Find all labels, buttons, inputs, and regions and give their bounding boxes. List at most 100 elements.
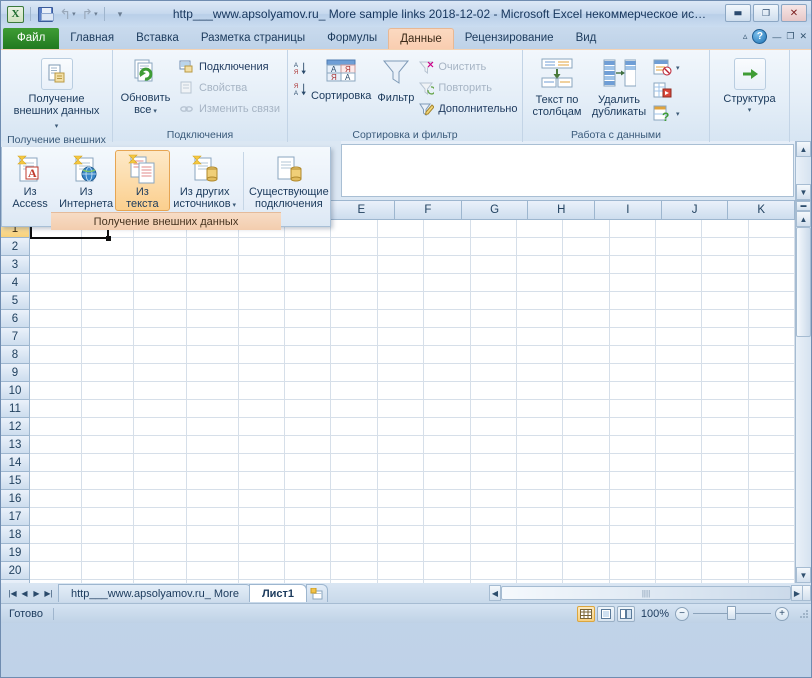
grid-cell[interactable] xyxy=(377,310,425,328)
grid-cell[interactable] xyxy=(655,274,703,292)
grid-cell[interactable] xyxy=(331,400,378,418)
grid-cell[interactable] xyxy=(134,580,187,583)
grid-cell[interactable] xyxy=(238,580,286,583)
grid-cell[interactable] xyxy=(470,310,517,328)
grid-cell[interactable] xyxy=(424,562,471,580)
grid-cell[interactable] xyxy=(82,364,135,382)
grid-cell[interactable] xyxy=(655,508,703,526)
grid-cell[interactable] xyxy=(609,220,656,238)
grid-cell[interactable] xyxy=(82,508,135,526)
grid-cell[interactable] xyxy=(470,436,517,454)
sheet-prev-icon[interactable]: ◀ xyxy=(19,589,30,598)
grid-cell[interactable] xyxy=(82,490,135,508)
grid-cell[interactable] xyxy=(186,472,239,490)
grid-cell[interactable] xyxy=(82,292,135,310)
grid-cell[interactable] xyxy=(30,508,83,526)
grid-cell[interactable] xyxy=(134,454,187,472)
grid-cell[interactable] xyxy=(609,454,656,472)
grid-cell[interactable] xyxy=(377,472,425,490)
grid-cell[interactable] xyxy=(516,346,564,364)
grid-cell[interactable] xyxy=(238,418,286,436)
grid-cell[interactable] xyxy=(563,562,610,580)
row-header-20[interactable]: 20 xyxy=(1,562,30,580)
grid-cell[interactable] xyxy=(424,382,471,400)
grid-cell[interactable] xyxy=(563,454,610,472)
grid-cell[interactable] xyxy=(82,454,135,472)
grid-cell[interactable] xyxy=(470,400,517,418)
grid-cell[interactable] xyxy=(82,256,135,274)
properties-button[interactable]: Свойства xyxy=(175,77,284,98)
grid-cell[interactable] xyxy=(377,490,425,508)
grid-cell[interactable] xyxy=(186,526,239,544)
grid-cell[interactable] xyxy=(331,436,378,454)
grid-cell[interactable] xyxy=(609,400,656,418)
grid-cell[interactable] xyxy=(470,472,517,490)
grid-cell[interactable] xyxy=(748,346,795,364)
grid-cell[interactable] xyxy=(702,526,749,544)
formula-expand-up-icon[interactable]: ▲ xyxy=(796,141,811,157)
grid-cell[interactable] xyxy=(377,292,425,310)
grid-cell[interactable] xyxy=(748,490,795,508)
grid-cell[interactable] xyxy=(516,454,564,472)
column-header-e[interactable]: E xyxy=(328,201,396,220)
consolidate-button[interactable] xyxy=(650,80,682,101)
grid-cell[interactable] xyxy=(563,220,610,238)
grid-cell[interactable] xyxy=(655,472,703,490)
row-header-5[interactable]: 5 xyxy=(1,292,30,310)
grid-cell[interactable] xyxy=(516,418,564,436)
grid-cell[interactable] xyxy=(30,256,83,274)
grid-cell[interactable] xyxy=(609,310,656,328)
grid-cell[interactable] xyxy=(748,382,795,400)
grid-cell[interactable] xyxy=(186,310,239,328)
grid-cell[interactable] xyxy=(563,418,610,436)
grid-cell[interactable] xyxy=(748,310,795,328)
grid-cell[interactable] xyxy=(331,580,378,583)
grid-cell[interactable] xyxy=(285,508,332,526)
row-header-12[interactable]: 12 xyxy=(1,418,30,436)
grid-cell[interactable] xyxy=(331,274,378,292)
grid-cell[interactable] xyxy=(134,526,187,544)
grid-cell[interactable] xyxy=(377,220,425,238)
grid-cell[interactable] xyxy=(134,292,187,310)
column-header-g[interactable]: G xyxy=(461,201,529,220)
zoom-slider[interactable]: − + xyxy=(675,606,789,621)
grid-cell[interactable] xyxy=(377,400,425,418)
grid-cell[interactable] xyxy=(516,310,564,328)
grid-cell[interactable] xyxy=(563,472,610,490)
grid-cell[interactable] xyxy=(331,310,378,328)
grid-cell[interactable] xyxy=(655,580,703,583)
grid-cell[interactable] xyxy=(655,346,703,364)
grid-cell[interactable] xyxy=(285,400,332,418)
grid-cell[interactable] xyxy=(609,292,656,310)
what-if-caret-icon[interactable]: ▾ xyxy=(676,110,680,118)
grid-cell[interactable] xyxy=(655,526,703,544)
grid-cell[interactable] xyxy=(238,310,286,328)
grid-cell[interactable] xyxy=(134,472,187,490)
grid-cell[interactable] xyxy=(470,526,517,544)
split-box-icon[interactable]: ▬ xyxy=(796,201,811,211)
grid-cell[interactable] xyxy=(285,292,332,310)
page-break-view-icon[interactable] xyxy=(616,605,635,622)
grid-cell[interactable] xyxy=(470,508,517,526)
grid-cell[interactable] xyxy=(563,364,610,382)
grid-cell[interactable] xyxy=(516,274,564,292)
row-header-4[interactable]: 4 xyxy=(1,274,30,292)
grid-cell[interactable] xyxy=(609,526,656,544)
grid-cell[interactable] xyxy=(609,364,656,382)
customize-quick-access-icon[interactable]: ▾ xyxy=(109,4,130,24)
insert-worksheet-icon[interactable] xyxy=(306,584,329,602)
zoom-thumb[interactable] xyxy=(727,606,736,620)
advanced-filter-button[interactable]: Дополнительно xyxy=(414,98,521,119)
grid-cell[interactable] xyxy=(82,400,135,418)
clear-filter-button[interactable]: Очистить xyxy=(414,56,521,77)
grid-cell[interactable] xyxy=(30,238,83,256)
grid-cell[interactable] xyxy=(82,526,135,544)
grid-cell[interactable] xyxy=(30,382,83,400)
grid-cell[interactable] xyxy=(134,490,187,508)
grid-cell[interactable] xyxy=(238,256,286,274)
row-header-13[interactable]: 13 xyxy=(1,436,30,454)
grid-cell[interactable] xyxy=(186,418,239,436)
grid-cell[interactable] xyxy=(424,238,471,256)
grid-cell[interactable] xyxy=(134,544,187,562)
grid-cell[interactable] xyxy=(748,544,795,562)
